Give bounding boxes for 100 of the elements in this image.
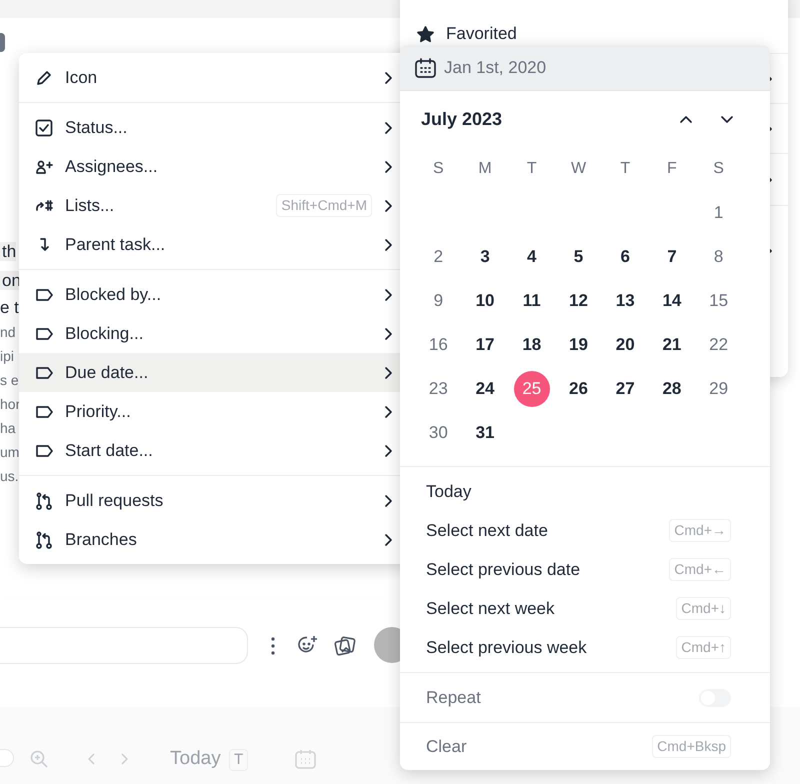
- menu-item-label: Clear: [426, 736, 468, 758]
- calendar-day[interactable]: 14: [654, 283, 690, 319]
- calendar-day[interactable]: 22: [700, 327, 737, 363]
- menu-item-label: Today: [426, 480, 472, 503]
- chevron-right-icon: [384, 404, 393, 418]
- add-emoji-icon[interactable]: [298, 635, 319, 655]
- calendar-icon[interactable]: [295, 749, 316, 769]
- chevron-right-icon[interactable]: [120, 753, 128, 765]
- menu-item-label: Start date...: [65, 440, 154, 462]
- calendar-day[interactable]: 11: [514, 283, 550, 319]
- calendar-day[interactable]: 16: [420, 327, 456, 363]
- chevron-down-icon: [720, 114, 734, 124]
- calendar-day[interactable]: 17: [467, 327, 504, 363]
- star-icon: [417, 26, 434, 42]
- images-icon[interactable]: [334, 636, 356, 656]
- month-title: July 2023: [421, 108, 504, 131]
- calendar-day[interactable]: 8: [700, 239, 737, 275]
- text-fragment: e t: [0, 298, 19, 317]
- calendar-day[interactable]: 24: [467, 371, 504, 407]
- weekday-label: S: [713, 159, 724, 179]
- clear-item[interactable]: Clear Cmd+Bksp: [400, 722, 770, 770]
- repeat-label: Repeat: [426, 686, 482, 709]
- menu-item[interactable]: Favorited: [446, 21, 517, 47]
- chevron-up-icon: [679, 114, 693, 124]
- chevron-right-icon: [384, 494, 393, 508]
- calendar-day[interactable]: 26: [560, 371, 596, 407]
- calendar-day[interactable]: 31: [467, 415, 504, 451]
- menu-item-label: Status...: [65, 116, 128, 139]
- weekday-label: W: [570, 159, 586, 179]
- chevron-left-icon[interactable]: [88, 753, 96, 765]
- calendar-day[interactable]: 18: [514, 327, 550, 363]
- calendar-day[interactable]: 21: [654, 327, 690, 363]
- branch-icon: [35, 530, 53, 548]
- calendar-day[interactable]: 28: [654, 371, 690, 407]
- shortcut-key: Cmd+↑: [676, 636, 731, 659]
- menu-item-label: Select previous date: [426, 558, 582, 581]
- weekday-label: T: [620, 159, 630, 179]
- menu-item[interactable]: Select next week Cmd+↓: [400, 589, 770, 628]
- menu-item-label: Pull requests: [65, 490, 164, 512]
- chevron-right-icon: [384, 160, 393, 174]
- shortcut-key: Cmd+Bksp: [652, 735, 731, 758]
- chevron-right-icon: [384, 238, 393, 252]
- calendar-day[interactable]: 13: [607, 283, 644, 319]
- calendar-day[interactable]: 29: [700, 371, 737, 407]
- calendar-day[interactable]: 27: [607, 371, 644, 407]
- menu-item-label: Icon: [65, 66, 98, 89]
- shortcut-key: T: [229, 749, 248, 771]
- text-fragment: nd: [0, 324, 16, 340]
- shortcut-key: Cmd+↓: [676, 597, 731, 620]
- chevron-right-icon: [384, 198, 393, 212]
- chevron-right-icon: [384, 70, 393, 84]
- chevron-right-icon: [384, 532, 393, 546]
- add-person-icon: [35, 158, 53, 176]
- text-fragment: us.: [0, 468, 19, 484]
- calendar-day[interactable]: 1: [700, 195, 737, 231]
- chevron-right-icon: [384, 326, 393, 340]
- calendar-day[interactable]: 19: [560, 327, 596, 363]
- text-fragment: um: [0, 444, 20, 460]
- date-value: Jan 1st, 2020: [444, 56, 546, 79]
- text-fragment: ha: [0, 420, 16, 436]
- shortcut-key: Cmd+→: [669, 519, 731, 542]
- zoom-in-icon[interactable]: [30, 750, 48, 768]
- date-field[interactable]: Jan 1st, 2020: [400, 45, 770, 91]
- text-fragment: th: [0, 242, 16, 261]
- menu-item-label: Select next date: [426, 520, 549, 542]
- more-vertical-icon[interactable]: [270, 637, 276, 655]
- menu-item-label: Select next week: [426, 598, 556, 620]
- pencil-icon: [35, 68, 53, 86]
- text-fragment: ipi: [0, 348, 14, 364]
- calendar-icon: [415, 58, 436, 78]
- chevron-right-icon: [384, 120, 393, 134]
- calendar-day[interactable]: 7: [654, 239, 690, 275]
- calendar-day[interactable]: 3: [467, 239, 504, 275]
- menu-item[interactable]: Select previous week Cmd+↑: [400, 628, 770, 667]
- calendar-day[interactable]: 2: [420, 239, 456, 275]
- weekday-label: S: [433, 159, 444, 179]
- text-fragment: hor: [0, 396, 20, 412]
- calendar-day[interactable]: 12: [560, 283, 596, 319]
- calendar-day[interactable]: 23: [420, 371, 456, 407]
- weekday-label: M: [478, 159, 492, 179]
- chevron-right-icon: [384, 288, 393, 302]
- menu-item-label: Priority...: [65, 400, 132, 423]
- calendar-day[interactable]: 15: [700, 283, 737, 319]
- calendar-day[interactable]: 6: [607, 239, 644, 275]
- menu-item-label: Branches: [65, 528, 138, 551]
- chevron-right-icon: [384, 444, 393, 458]
- shortcut-key: Shift+Cmd+M: [276, 194, 372, 217]
- message-input[interactable]: [0, 627, 248, 664]
- calendar-day[interactable]: 9: [420, 283, 456, 319]
- checkbox-icon: [35, 118, 53, 136]
- calendar-day[interactable]: 30: [420, 415, 456, 451]
- menu-item-label: Blocked by...: [65, 284, 162, 306]
- chevron-right-icon: [384, 366, 393, 380]
- calendar-day[interactable]: 10: [467, 283, 504, 319]
- calendar-day[interactable]: 4: [514, 239, 550, 275]
- menu-item-label: Blocking...: [65, 322, 144, 345]
- calendar-day[interactable]: 20: [607, 327, 644, 363]
- calendar-day[interactable]: 5: [560, 239, 596, 275]
- weekday-label: F: [667, 159, 677, 179]
- menu-item-label: Assignees...: [65, 156, 159, 178]
